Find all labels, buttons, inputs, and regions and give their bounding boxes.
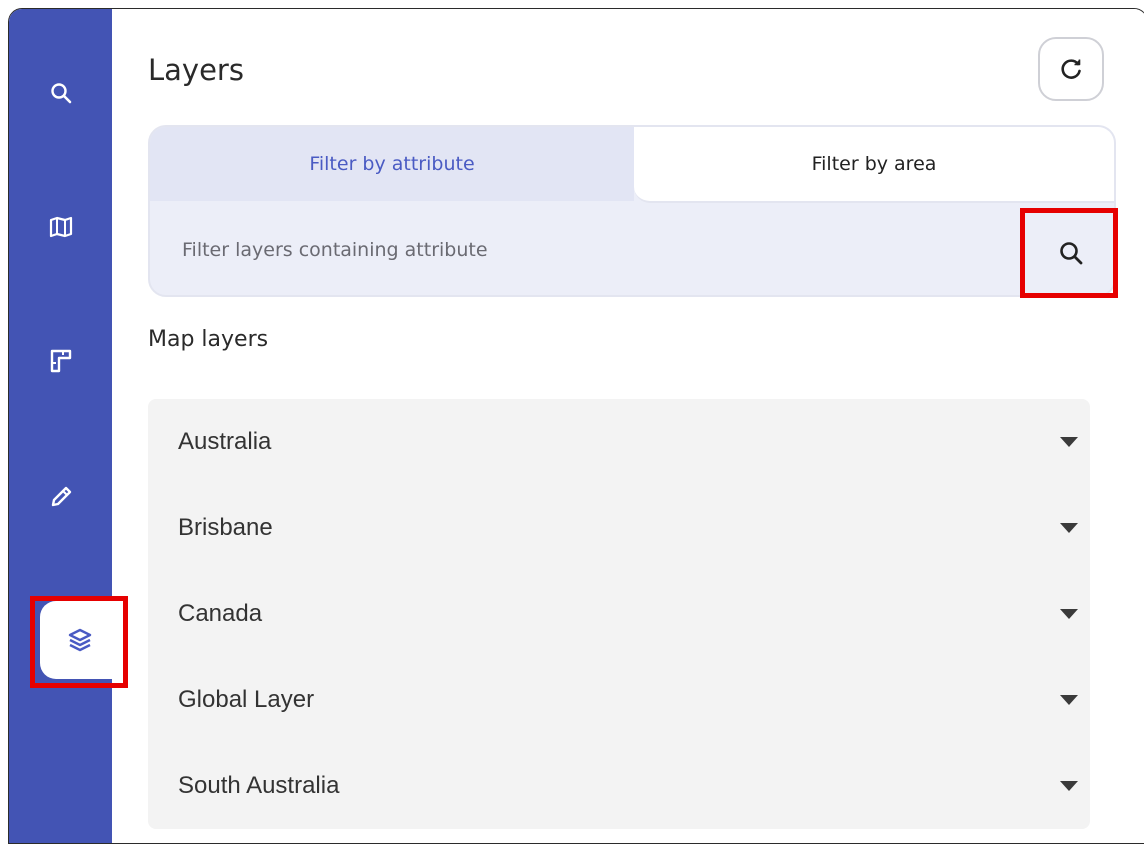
- layer-label: Canada: [178, 600, 263, 627]
- sidebar-rail: [9, 9, 120, 843]
- layer-label: Australia: [178, 428, 272, 455]
- caret-down-icon[interactable]: [1060, 523, 1078, 533]
- rail-measure-button[interactable]: [9, 321, 112, 401]
- tab-filter-by-area[interactable]: Filter by area: [634, 127, 1114, 203]
- layer-label: Brisbane: [178, 514, 273, 541]
- pencil-icon: [51, 486, 71, 507]
- list-item[interactable]: Australia: [148, 399, 1090, 485]
- caret-down-icon[interactable]: [1060, 781, 1078, 791]
- map-layers-heading: Map layers: [148, 327, 269, 352]
- map-icon: [49, 216, 72, 238]
- refresh-button[interactable]: [1038, 37, 1104, 101]
- panel-title: Layers: [148, 53, 244, 87]
- layer-label: South Australia: [178, 772, 340, 799]
- list-item[interactable]: Brisbane: [148, 485, 1090, 571]
- filter-card: Filter by attribute Filter by area: [148, 125, 1116, 297]
- refresh-icon: [1061, 59, 1081, 79]
- rail-draw-button[interactable]: [9, 457, 112, 537]
- attribute-filter-input[interactable]: [150, 201, 1030, 295]
- list-item[interactable]: Global Layer: [148, 657, 1090, 743]
- search-icon: [1060, 242, 1083, 265]
- list-item[interactable]: South Australia: [148, 743, 1090, 829]
- caret-down-icon[interactable]: [1060, 695, 1078, 705]
- layers-icon: [68, 628, 92, 652]
- tab-filter-by-attribute[interactable]: Filter by attribute: [150, 127, 634, 201]
- filter-search-button[interactable]: [1027, 210, 1115, 296]
- caret-down-icon[interactable]: [1060, 437, 1078, 447]
- layer-label: Global Layer: [178, 686, 315, 713]
- list-item[interactable]: Canada: [148, 571, 1090, 657]
- rail-search-button[interactable]: [9, 53, 112, 133]
- map-layers-list: Australia Brisbane Canada Global Layer S…: [148, 399, 1090, 829]
- layers-panel: Layers Filter by attribute Filter by are…: [112, 9, 1144, 843]
- rail-layers-button[interactable]: [40, 601, 120, 679]
- app-window: Layers Filter by attribute Filter by are…: [8, 8, 1144, 844]
- caret-down-icon[interactable]: [1060, 609, 1078, 619]
- rail-map-button[interactable]: [9, 187, 112, 267]
- ruler-icon: [50, 349, 71, 373]
- filter-tabs: Filter by attribute Filter by area: [150, 127, 1114, 203]
- search-icon: [50, 83, 71, 104]
